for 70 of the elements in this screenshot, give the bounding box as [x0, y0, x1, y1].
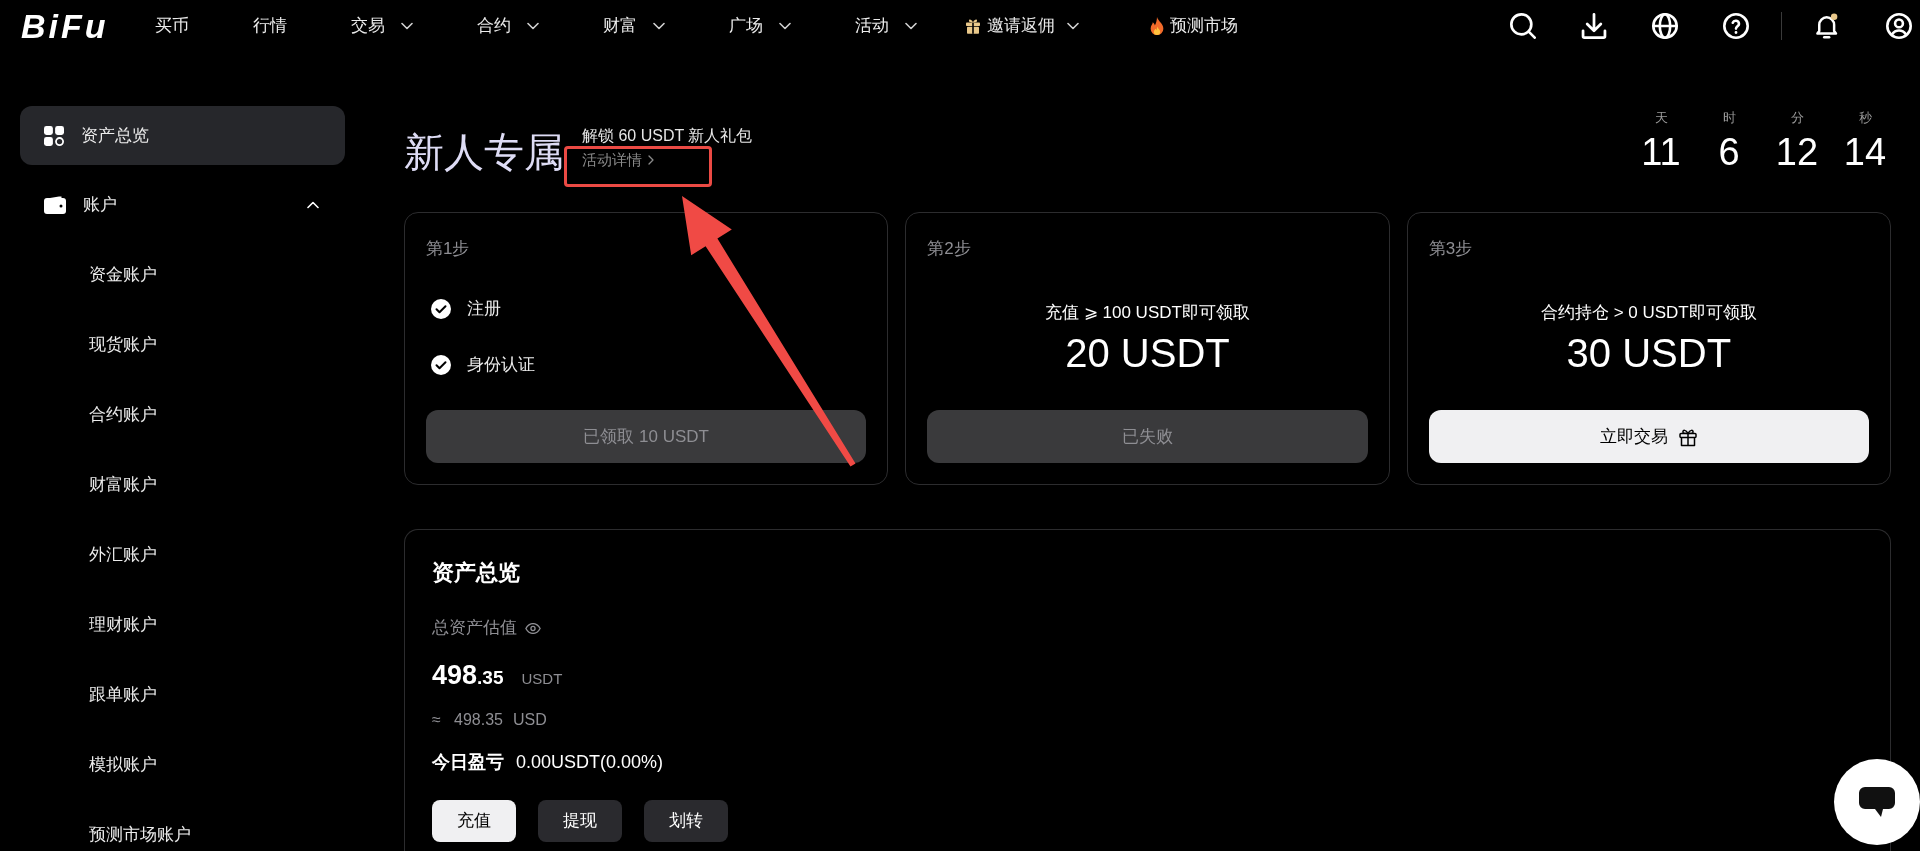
- countdown-value: 12: [1775, 132, 1819, 172]
- balance-amount: 498: [432, 659, 478, 692]
- sidebar-subitem[interactable]: 现货账户: [20, 310, 345, 380]
- nav-item[interactable]: 活动: [855, 14, 917, 38]
- wallet-icon: [44, 195, 66, 214]
- nav-item[interactable]: 预测市场: [1150, 14, 1244, 38]
- task-label: 身份认证: [467, 354, 535, 376]
- approx-symbol: ≈: [432, 710, 442, 730]
- approx-value: 498.35: [454, 710, 503, 730]
- step-label: 第3步: [1428, 238, 1474, 260]
- total-assets-label: 总资产估值: [432, 617, 517, 639]
- countdown-value: 11: [1641, 132, 1681, 172]
- step-label: 第2步: [927, 238, 972, 260]
- gift-icon: [965, 18, 981, 34]
- sidebar-subitem[interactable]: 财富账户: [20, 450, 345, 520]
- promo-title: 新人专属: [404, 129, 564, 176]
- countdown-value: 6: [1718, 132, 1740, 172]
- download-icon[interactable]: [1581, 13, 1607, 39]
- sidebar-subitem[interactable]: 资金账户: [20, 240, 345, 310]
- countdown-unit: 分: [1790, 109, 1804, 127]
- pnl-label: 今日盈亏: [432, 750, 504, 774]
- promo-subtitle: 解锁 60 USDT 新人礼包: [582, 126, 753, 146]
- activity-details-link[interactable]: 活动详情: [582, 148, 654, 172]
- step-button: 已失败: [927, 410, 1368, 463]
- sidebar-subitem[interactable]: 外汇账户: [20, 520, 345, 590]
- sidebar-item[interactable]: 资产总览: [20, 106, 345, 165]
- nav-item[interactable]: 广场: [729, 14, 791, 38]
- countdown-value: 14: [1843, 132, 1887, 172]
- pnl-value: 0.00USDT(0.00%): [516, 750, 664, 774]
- approx-unit: USD: [512, 710, 547, 730]
- action-button[interactable]: 提现: [538, 800, 622, 842]
- countdown-unit: 秒: [1858, 109, 1872, 127]
- user-icon[interactable]: [1886, 13, 1912, 39]
- nav-item[interactable]: 交易: [351, 14, 413, 38]
- reward-condition: 充值 ⩾ 100 USDT即可领取: [1045, 302, 1250, 324]
- grid-icon: [44, 125, 64, 146]
- sidebar-subitem[interactable]: 预测市场账户: [20, 800, 345, 851]
- globe-icon[interactable]: [1652, 13, 1678, 39]
- countdown-unit: 时: [1722, 109, 1736, 127]
- balance-decimals: .35: [477, 666, 504, 690]
- assets-title: 资产总览: [432, 559, 520, 587]
- nav-item[interactable]: 邀请返佣: [965, 14, 1079, 38]
- search-icon[interactable]: [1510, 13, 1536, 39]
- sidebar-subitem[interactable]: 模拟账户: [20, 730, 345, 800]
- step-label: 第1步: [426, 238, 471, 260]
- bell-icon[interactable]: [1814, 13, 1840, 39]
- nav-item[interactable]: 买币: [155, 14, 189, 38]
- reward-amount: 20 USDT: [1065, 331, 1230, 375]
- task-label: 注册: [467, 298, 501, 320]
- nav-item[interactable]: 行情: [253, 14, 287, 38]
- reward-amount: 30 USDT: [1566, 331, 1732, 375]
- sidebar-item[interactable]: 账户: [20, 175, 345, 234]
- action-button[interactable]: 划转: [644, 800, 728, 842]
- eye-icon[interactable]: [525, 622, 541, 634]
- chat-bubble-icon: [1858, 786, 1896, 818]
- sidebar-subitem[interactable]: 理财账户: [20, 590, 345, 660]
- sidebar-subitem[interactable]: 合约账户: [20, 380, 345, 450]
- step-button: 已领取 10 USDT: [426, 410, 867, 463]
- logo[interactable]: BiFu: [21, 6, 113, 46]
- nav-item[interactable]: 财富: [603, 14, 665, 38]
- nav-item[interactable]: 合约: [477, 14, 539, 38]
- chevron-right-icon: [648, 155, 654, 165]
- countdown-unit: 天: [1654, 109, 1668, 127]
- balance-unit: USDT: [521, 669, 563, 689]
- action-button[interactable]: 充值: [432, 800, 516, 842]
- help-icon[interactable]: [1723, 13, 1749, 39]
- reward-condition: 合约持仓 > 0 USDT即可领取: [1540, 302, 1757, 324]
- step-button[interactable]: 立即交易: [1428, 410, 1869, 463]
- flame-icon: [1150, 17, 1164, 35]
- sidebar-subitem[interactable]: 跟单账户: [20, 660, 345, 730]
